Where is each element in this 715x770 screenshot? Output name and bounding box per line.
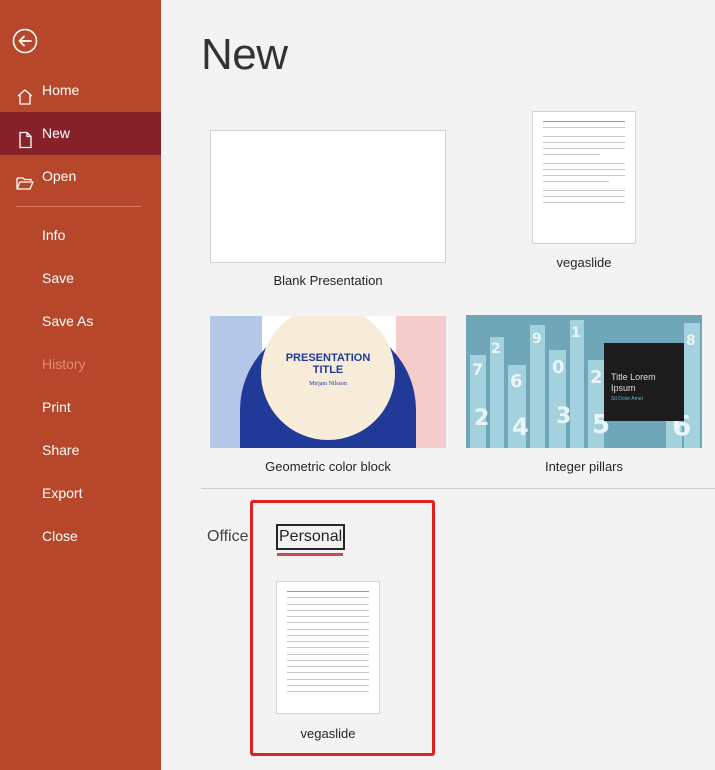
svg-text:9: 9 [532, 331, 542, 347]
sidebar-item-label: History [42, 356, 86, 372]
svg-text:4: 4 [512, 413, 529, 441]
template-geometric-color-block[interactable]: PRESENTATION TITLE Mirjam Nilsson Geomet… [210, 315, 446, 477]
svg-text:1: 1 [571, 325, 581, 341]
tab-office[interactable]: Office [207, 528, 249, 546]
template-thumbnail: PRESENTATION TITLE Mirjam Nilsson [210, 315, 446, 448]
sidebar-item-label: Save [42, 270, 74, 286]
sidebar-item-label: Info [42, 227, 66, 243]
sidebar-item-label: Home [42, 82, 80, 98]
template-blank-presentation[interactable]: Blank Presentation [210, 130, 446, 290]
thumbnail-subtitle-text: Sit Dolor Amet [611, 396, 643, 402]
template-label: vegaslide [556, 255, 612, 270]
sidebar-item-label: Close [42, 528, 78, 544]
thumbnail-title-text: Title Lorem Ipsum [611, 372, 656, 393]
thumbnail-subtitle-text: Mirjam Nilsson [309, 381, 347, 387]
svg-text:2: 2 [491, 341, 501, 357]
sidebar-divider [16, 206, 141, 207]
sidebar-item-share[interactable]: Share [0, 429, 161, 472]
sidebar-item-label: Export [42, 485, 83, 501]
open-folder-icon [15, 167, 35, 190]
sidebar-item-open[interactable]: Open [0, 155, 161, 198]
template-label: Geometric color block [265, 459, 391, 474]
backstage-sidebar: Home New Open Info Save Save As History … [0, 0, 161, 770]
svg-text:2: 2 [590, 367, 603, 388]
sidebar-item-label: Share [42, 442, 80, 458]
svg-text:3: 3 [556, 404, 571, 429]
svg-text:0: 0 [552, 357, 565, 378]
sidebar-item-home[interactable]: Home [0, 69, 161, 112]
sidebar-item-history: History [0, 343, 161, 386]
section-divider [201, 488, 715, 489]
template-vegaslide[interactable]: vegaslide [532, 111, 636, 271]
highlight-box [250, 500, 435, 756]
back-arrow-icon[interactable] [12, 28, 38, 54]
template-label: Blank Presentation [273, 273, 383, 288]
sidebar-item-label: Open [42, 168, 77, 184]
sidebar-item-label: New [42, 125, 71, 141]
sidebar-item-label: Print [42, 399, 71, 415]
sidebar-item-save-as[interactable]: Save As [0, 300, 161, 343]
sidebar-item-info[interactable]: Info [0, 214, 161, 257]
svg-text:8: 8 [686, 333, 696, 349]
svg-text:2: 2 [474, 406, 489, 431]
svg-text:7: 7 [472, 360, 483, 379]
page-title: New [201, 30, 288, 79]
new-document-icon [15, 124, 35, 149]
template-thumbnail: 7 2 6 9 0 1 2 2 4 3 5 4 8 6 Title Lorem … [466, 315, 702, 448]
home-icon [15, 81, 35, 105]
template-thumbnail [210, 130, 446, 263]
sidebar-item-close[interactable]: Close [0, 515, 161, 558]
svg-text:6: 6 [510, 371, 523, 392]
template-integer-pillars[interactable]: 7 2 6 9 0 1 2 2 4 3 5 4 8 6 Title Lorem … [466, 315, 702, 477]
sidebar-item-print[interactable]: Print [0, 386, 161, 429]
template-label: Integer pillars [544, 459, 624, 474]
sidebar-item-label: Save As [42, 313, 94, 329]
sidebar-item-save[interactable]: Save [0, 257, 161, 300]
sidebar-item-export[interactable]: Export [0, 472, 161, 515]
template-thumbnail [532, 111, 636, 244]
sidebar-item-new[interactable]: New [0, 112, 161, 155]
thumbnail-title-text: PRESENTATION TITLE [285, 352, 371, 376]
